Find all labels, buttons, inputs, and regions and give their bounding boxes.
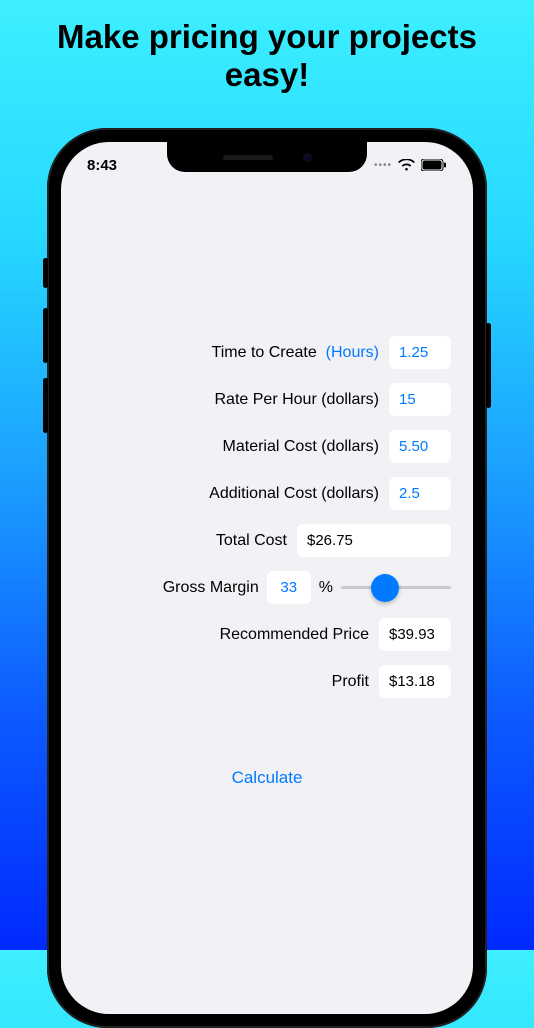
profit-output: [379, 665, 451, 698]
row-material-cost: Material Cost (dollars): [83, 430, 451, 463]
marketing-headline: Make pricing your projects easy!: [0, 0, 534, 94]
time-to-create-label: Time to Create (Hours): [212, 344, 379, 362]
row-rate-per-hour: Rate Per Hour (dollars): [83, 383, 451, 416]
row-additional-cost: Additional Cost (dollars): [83, 477, 451, 510]
wifi-icon: [398, 159, 415, 171]
material-cost-input[interactable]: [389, 430, 451, 463]
battery-icon: [421, 159, 447, 171]
calculator-form: Time to Create (Hours) Rate Per Hour (do…: [61, 186, 473, 1014]
hours-unit-link[interactable]: (Hours): [326, 344, 379, 361]
volume-up-button: [43, 308, 48, 363]
recommended-price-output: [379, 618, 451, 651]
status-time: 8:43: [87, 157, 117, 174]
material-cost-label: Material Cost (dollars): [223, 438, 379, 456]
volume-down-button: [43, 378, 48, 433]
row-total-cost: Total Cost: [83, 524, 451, 557]
slider-thumb[interactable]: [371, 574, 399, 602]
percent-symbol: %: [319, 579, 333, 597]
gross-margin-slider[interactable]: [341, 573, 451, 603]
additional-cost-input[interactable]: [389, 477, 451, 510]
row-recommended-price: Recommended Price: [83, 618, 451, 651]
additional-cost-label: Additional Cost (dollars): [209, 485, 379, 503]
calculate-button[interactable]: Calculate: [83, 768, 451, 788]
mute-switch: [43, 258, 48, 288]
cellular-icon: ••••: [374, 160, 392, 171]
profit-label: Profit: [332, 673, 369, 691]
power-button: [486, 323, 491, 408]
gross-margin-label: Gross Margin: [163, 579, 259, 597]
gross-margin-input[interactable]: [267, 571, 311, 604]
phone-frame: 8:43 •••• Time to Create (Hours): [47, 128, 487, 1028]
speaker-grille: [223, 155, 273, 160]
rate-per-hour-input[interactable]: [389, 383, 451, 416]
notch: [167, 142, 367, 172]
phone-screen: 8:43 •••• Time to Create (Hours): [61, 142, 473, 1014]
total-cost-output: [297, 524, 451, 557]
row-profit: Profit: [83, 665, 451, 698]
slider-track: [341, 586, 451, 589]
total-cost-label: Total Cost: [216, 532, 287, 550]
row-gross-margin: Gross Margin %: [83, 571, 451, 604]
front-camera-icon: [303, 153, 312, 162]
recommended-price-label: Recommended Price: [220, 626, 369, 644]
time-to-create-input[interactable]: [389, 336, 451, 369]
rate-per-hour-label: Rate Per Hour (dollars): [215, 391, 380, 409]
row-time-to-create: Time to Create (Hours): [83, 336, 451, 369]
